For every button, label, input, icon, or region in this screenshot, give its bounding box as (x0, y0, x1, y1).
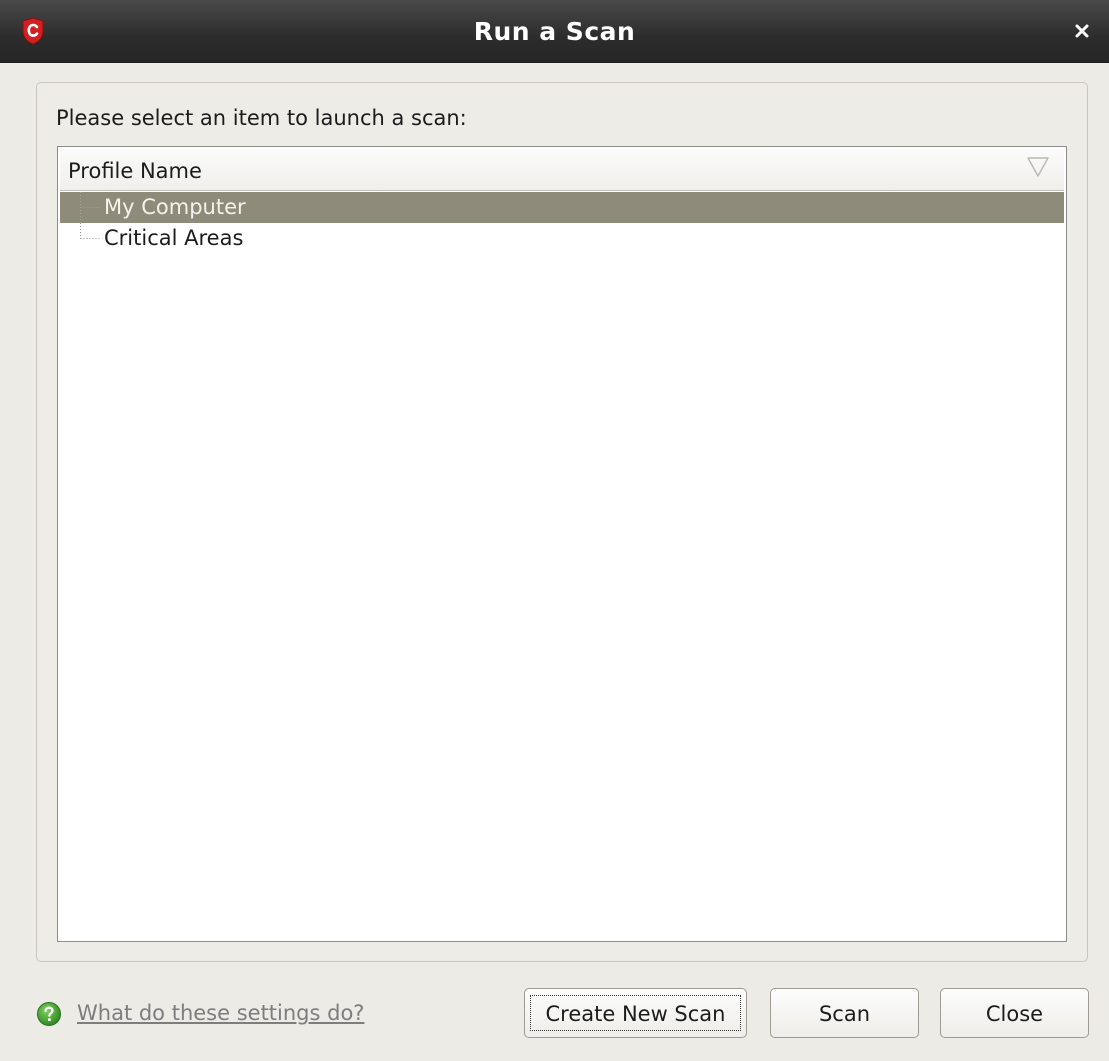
run-a-scan-dialog: Run a Scan Please select an item to laun… (0, 0, 1109, 1061)
tree-connector-line (60, 223, 104, 254)
column-header-profile-name[interactable]: Profile Name (60, 149, 1064, 191)
tree-item-critical-areas[interactable]: Critical Areas (60, 223, 1064, 254)
close-icon[interactable] (1069, 18, 1095, 44)
column-header-label: Profile Name (68, 159, 202, 183)
close-button[interactable]: Close (940, 988, 1089, 1038)
tree-connector-line (60, 192, 104, 223)
help-settings-link[interactable]: What do these settings do? (77, 996, 364, 1030)
create-new-scan-label: Create New Scan (545, 1002, 726, 1026)
select-item-prompt: Please select an item to launch a scan: (56, 106, 467, 130)
help-icon[interactable] (36, 1001, 62, 1027)
tree-item-label: My Computer (104, 195, 246, 219)
sort-triangle-icon (1026, 156, 1050, 178)
scan-button[interactable]: Scan (770, 988, 919, 1038)
title-bar[interactable]: Run a Scan (0, 0, 1109, 63)
tree-item-label: Critical Areas (104, 226, 244, 250)
tree-item-my-computer[interactable]: My Computer (60, 192, 1064, 223)
window-title: Run a Scan (473, 17, 636, 46)
create-new-scan-button[interactable]: Create New Scan (524, 988, 747, 1038)
scan-profile-tree[interactable]: Profile Name My Computer Critical Areas (57, 146, 1067, 942)
